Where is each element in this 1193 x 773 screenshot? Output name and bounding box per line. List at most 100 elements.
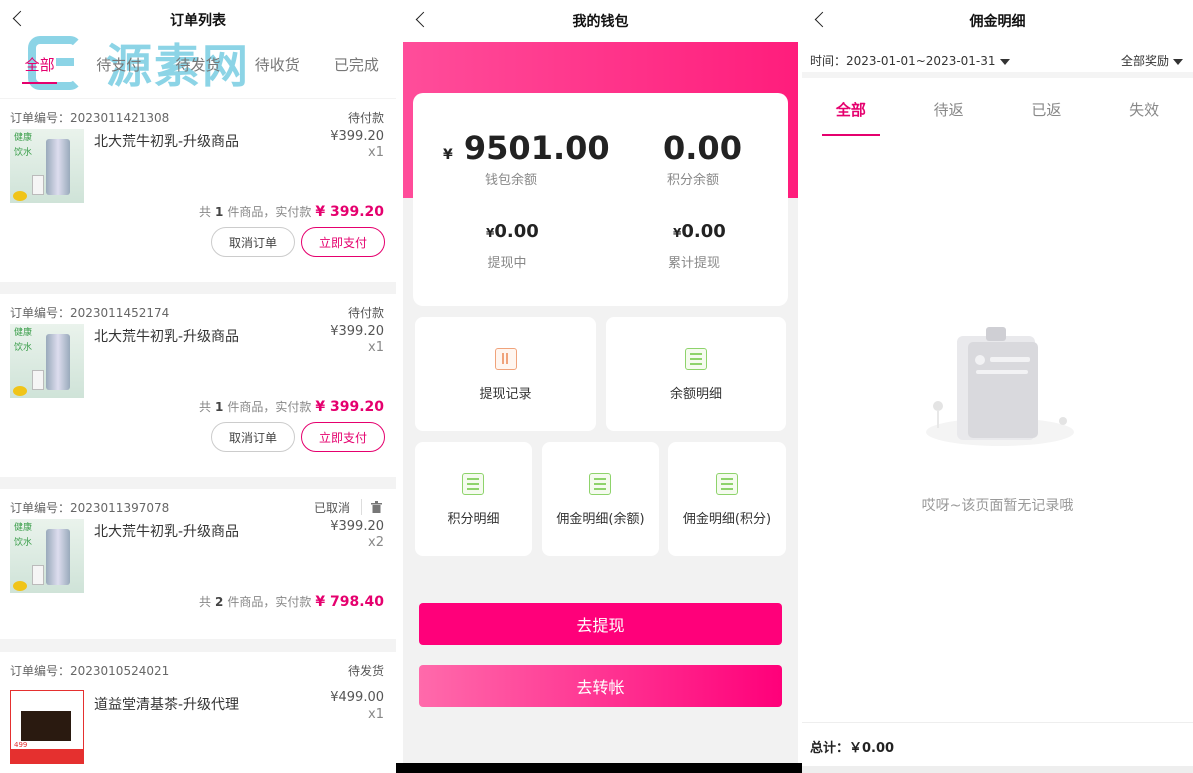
order-number: 订单编号：2023011397078 (10, 501, 170, 515)
grid-label: 积分明细 (447, 512, 500, 527)
list-icon (462, 473, 484, 495)
withdrawing-value: 0.00 (494, 221, 539, 242)
back-icon[interactable] (12, 10, 24, 28)
wallet-balance: ¥ 9501.00 (443, 129, 610, 167)
balance-details-card[interactable]: 余额明细 (606, 317, 786, 431)
order-tabs: 全部 待支付 待发货 待收货 已完成 (0, 52, 396, 88)
transfer-button[interactable]: 去转帐 (419, 665, 782, 707)
filter-row: 时间：2023-01-01~2023-01-31 全部奖励 (802, 44, 1193, 78)
tab-pending-shipment[interactable]: 待发货 (158, 52, 237, 88)
commission-points-card[interactable]: 佣金明细(积分) (668, 442, 786, 556)
order-total: ¥ 399.20 (315, 204, 384, 220)
pay-now-button[interactable]: 立即支付 (301, 422, 385, 452)
order-status: 待付款 (347, 306, 384, 320)
caret-down-icon (1173, 58, 1183, 65)
order-total: ¥ 399.20 (315, 399, 384, 415)
order-number: 订单编号：2023011452174 (10, 306, 170, 320)
total-withdrawn-amount: ¥0.00 (673, 221, 726, 242)
tab-pending-receipt[interactable]: 待收货 (238, 52, 317, 88)
points-value: 0.00 (663, 129, 742, 167)
cancel-order-button[interactable]: 取消订单 (211, 227, 295, 257)
order-number: 订单编号：2023010524021 (10, 664, 170, 678)
product-quantity: x2 (368, 535, 384, 550)
pay-now-button[interactable]: 立即支付 (301, 227, 385, 257)
list-icon (716, 473, 738, 495)
product-image[interactable]: 健康 饮水 (10, 324, 84, 398)
back-icon[interactable] (814, 11, 826, 29)
summary-text: 件商品，实付款 (227, 400, 312, 414)
order-status: 待发货 (347, 664, 384, 678)
wallet-summary-card: ¥ 9501.00 钱包余额 0.00 积分余额 ¥0.00 提现中 ¥0.00… (413, 93, 788, 306)
grid-label: 佣金明细(余额) (556, 512, 645, 527)
product-image[interactable]: 健康 饮水 (10, 519, 84, 593)
order-total: ¥ 798.40 (315, 594, 384, 610)
reward-filter[interactable]: 全部奖励 (1121, 52, 1183, 69)
item-count: 1 (214, 400, 224, 414)
order-card[interactable]: 订单编号：2023011397078 已取消 健康 饮水 北大荒牛初乳-升级商品 … (0, 489, 396, 639)
commission-panel: 佣金明细 时间：2023-01-01~2023-01-31 全部奖励 全部 待返… (802, 0, 1193, 773)
bottom-bar (403, 763, 798, 773)
product-quantity: x1 (368, 145, 384, 160)
bottom-bar (802, 766, 1193, 773)
wallet-panel: 我的钱包 ¥ 9501.00 钱包余额 0.00 积分余额 ¥0.00 提现中 … (403, 0, 798, 773)
transfer-icon (495, 348, 517, 370)
order-card[interactable]: 订单编号：2023010524021 待发货 499 道益堂清基茶-升级代理 ¥… (0, 652, 396, 773)
product-image-text: 健康 (14, 523, 33, 533)
order-summary: 共 2 件商品，实付款 ¥ 798.40 (199, 593, 384, 610)
empty-clipboard-icon (926, 327, 1074, 446)
page-title: 我的钱包 (572, 14, 629, 30)
balance-value: 9501.00 (463, 129, 610, 167)
list-icon (589, 473, 611, 495)
points-details-card[interactable]: 积分明细 (415, 442, 532, 556)
withdrawing-label: 提现中 (487, 256, 527, 271)
product-price: ¥499.00 (330, 690, 384, 705)
currency-symbol: ¥ (443, 147, 453, 163)
tab-returned[interactable]: 已返 (998, 84, 1096, 136)
product-image-text: 健康 (14, 328, 33, 338)
total-withdrawn-label: 累计提现 (667, 256, 720, 271)
product-image-text: 饮水 (14, 343, 33, 353)
order-card[interactable]: 订单编号：2023011421308 待付款 健康 饮水 北大荒牛初乳-升级商品 … (0, 99, 396, 282)
product-image-text: 499 (14, 741, 28, 749)
product-image[interactable]: 499 (10, 690, 84, 764)
tab-all[interactable]: 全部 (0, 52, 79, 88)
product-image-text: 健康 (14, 133, 33, 143)
product-quantity: x1 (368, 340, 384, 355)
commission-tabs: 全部 待返 已返 失效 (802, 84, 1193, 136)
reward-filter-label: 全部奖励 (1120, 54, 1169, 68)
product-image[interactable]: 健康 饮水 (10, 129, 84, 203)
page-title: 订单列表 (170, 13, 226, 29)
product-name: 道益堂清基茶-升级代理 (94, 697, 240, 713)
list-icon (685, 348, 707, 370)
summary-text: 件商品，实付款 (227, 595, 312, 609)
commission-total: 总计：￥0.00 (810, 741, 895, 756)
separator-bar (396, 763, 403, 773)
summary-text: 件商品，实付款 (227, 205, 312, 219)
order-list-panel: 订单列表 源素网 全部 待支付 待发货 待收货 已完成 订单编号：2023011… (0, 0, 396, 773)
withdraw-button[interactable]: 去提现 (419, 603, 782, 645)
panel-separator (396, 0, 403, 773)
product-name: 北大荒牛初乳-升级商品 (94, 134, 240, 150)
tab-completed[interactable]: 已完成 (317, 52, 396, 88)
trash-icon[interactable] (371, 501, 382, 513)
product-name: 北大荒牛初乳-升级商品 (94, 524, 240, 540)
product-name: 北大荒牛初乳-升级商品 (94, 329, 240, 345)
product-price: ¥399.20 (330, 519, 384, 534)
grid-label: 提现记录 (479, 387, 532, 402)
tab-all[interactable]: 全部 (802, 84, 900, 136)
tab-invalid[interactable]: 失效 (1095, 84, 1193, 136)
date-range-filter[interactable]: 时间：2023-01-01~2023-01-31 (810, 52, 1010, 69)
commission-balance-card[interactable]: 佣金明细(余额) (542, 442, 659, 556)
cancel-order-button[interactable]: 取消订单 (211, 422, 295, 452)
order-status: 待付款 (347, 111, 384, 125)
tab-pending-payment[interactable]: 待支付 (79, 52, 158, 88)
tab-pending-return[interactable]: 待返 (900, 84, 998, 136)
order-card[interactable]: 订单编号：2023011452174 待付款 健康 饮水 北大荒牛初乳-升级商品 … (0, 294, 396, 477)
grid-label: 佣金明细(积分) (682, 512, 772, 527)
order-summary: 共 1 件商品，实付款 ¥ 399.20 (199, 398, 384, 415)
order-number: 订单编号：2023011421308 (10, 111, 170, 125)
divider (361, 499, 362, 515)
withdraw-records-card[interactable]: 提现记录 (415, 317, 596, 431)
back-icon[interactable] (415, 11, 427, 29)
date-range-label: 时间：2023-01-01~2023-01-31 (810, 54, 996, 68)
